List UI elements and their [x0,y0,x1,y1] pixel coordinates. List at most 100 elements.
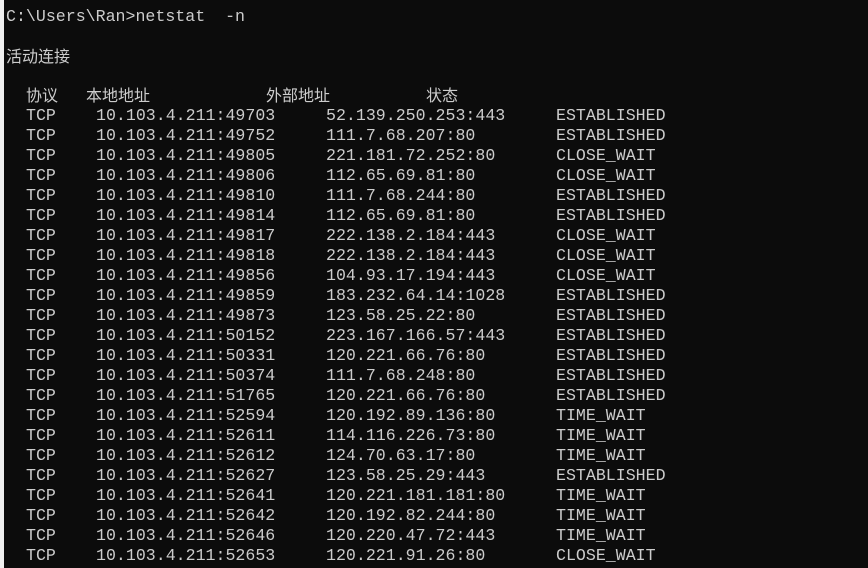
protocol-cell: TCP [26,446,56,465]
state-cell: TIME_WAIT [556,426,646,445]
table-row: TCP 10.103.4.211:52641 120.221.181.181:80 T… [0,486,868,506]
table-row: TCP 10.103.4.211:49817 222.138.2.184:443 CL… [0,226,868,246]
state-cell: CLOSE_WAIT [556,266,656,285]
protocol-cell: TCP [26,166,56,185]
foreign-address-cell: 52.139.250.253:443 [326,106,506,125]
section-title: 活动连接 [6,47,71,66]
local-address-cell: 10.103.4.211:50374 [96,366,276,385]
local-address-cell: 10.103.4.211:52611 [96,426,276,445]
table-row: TCP 10.103.4.211:49703 52.139.250.253:443 E… [0,106,868,126]
table-row: TCP 10.103.4.211:52646 120.220.47.72:443 TI… [0,526,868,546]
foreign-address-cell: 114.116.226.73:80 [326,426,496,445]
foreign-address-cell: 111.7.68.207:80 [326,126,476,145]
table-row: TCP 10.103.4.211:49810 111.7.68.244:80 ESTA… [0,186,868,206]
protocol-cell: TCP [26,426,56,445]
table-row: TCP 10.103.4.211:49859 183.232.64.14:1028 E… [0,286,868,306]
table-row: TCP 10.103.4.211:50374 111.7.68.248:80 ESTA… [0,366,868,386]
state-cell: ESTABLISHED [556,186,666,205]
table-row: TCP 10.103.4.211:49806 112.65.69.81:80 CLOS… [0,166,868,186]
foreign-address-cell: 124.70.63.17:80 [326,446,476,465]
state-cell: TIME_WAIT [556,526,646,545]
local-address-cell: 10.103.4.211:49810 [96,186,276,205]
state-cell: ESTABLISHED [556,286,666,305]
state-cell: ESTABLISHED [556,326,666,345]
local-address-cell: 10.103.4.211:50331 [96,346,276,365]
protocol-cell: TCP [26,486,56,505]
protocol-cell: TCP [26,186,56,205]
state-cell: ESTABLISHED [556,346,666,365]
foreign-address-cell: 221.181.72.252:80 [326,146,496,165]
local-address-cell: 10.103.4.211:49703 [96,106,276,125]
protocol-cell: TCP [26,386,56,405]
local-address-cell: 10.103.4.211:52646 [96,526,276,545]
local-address-cell: 10.103.4.211:49856 [96,266,276,285]
local-address-cell: 10.103.4.211:49805 [96,146,276,165]
state-cell: CLOSE_WAIT [556,166,656,185]
table-header: 协议 本地地址 外部地址 状态 [0,86,868,106]
table-row: TCP 10.103.4.211:49814 112.65.69.81:80 ESTA… [0,206,868,226]
protocol-cell: TCP [26,366,56,385]
protocol-cell: TCP [26,326,56,345]
foreign-address-cell: 111.7.68.244:80 [326,186,476,205]
table-row: TCP 10.103.4.211:49856 104.93.17.194:443 CL… [0,266,868,286]
local-address-cell: 10.103.4.211:52642 [96,506,276,525]
foreign-address-cell: 120.221.91.26:80 [326,546,486,565]
foreign-address-cell: 120.192.82.244:80 [326,506,496,525]
state-cell: CLOSE_WAIT [556,246,656,265]
header-state: 状态 [426,86,459,105]
state-cell: TIME_WAIT [556,406,646,425]
foreign-address-cell: 223.167.166.57:443 [326,326,506,345]
local-address-cell: 10.103.4.211:49859 [96,286,276,305]
state-cell: TIME_WAIT [556,506,646,525]
local-address-cell: 10.103.4.211:49814 [96,206,276,225]
protocol-cell: TCP [26,306,56,325]
foreign-address-cell: 120.221.66.76:80 [326,386,486,405]
foreign-address-cell: 183.232.64.14:1028 [326,286,506,305]
protocol-cell: TCP [26,266,56,285]
state-cell: ESTABLISHED [556,206,666,225]
state-cell: ESTABLISHED [556,126,666,145]
table-row: TCP 10.103.4.211:49818 222.138.2.184:443 CL… [0,246,868,266]
table-row: TCP 10.103.4.211:51765 120.221.66.76:80 EST… [0,386,868,406]
foreign-address-cell: 120.221.181.181:80 [326,486,506,505]
table-row: TCP 10.103.4.211:52612 124.70.63.17:80 TIME… [0,446,868,466]
protocol-cell: TCP [26,346,56,365]
local-address-cell: 10.103.4.211:49752 [96,126,276,145]
local-address-cell: 10.103.4.211:49817 [96,226,276,245]
state-cell: ESTABLISHED [556,106,666,125]
protocol-cell: TCP [26,466,56,485]
foreign-address-cell: 120.220.47.72:443 [326,526,496,545]
protocol-cell: TCP [26,406,56,425]
protocol-cell: TCP [26,286,56,305]
foreign-address-cell: 123.58.25.29:443 [326,466,486,485]
local-address-cell: 10.103.4.211:49873 [96,306,276,325]
state-cell: CLOSE_WAIT [556,226,656,245]
local-address-cell: 10.103.4.211:52612 [96,446,276,465]
command-prompt: C:\Users\Ran>netstat -n [6,7,245,26]
table-row: TCP 10.103.4.211:52627 123.58.25.29:443 EST… [0,466,868,486]
foreign-address-cell: 120.221.66.76:80 [326,346,486,365]
state-cell: TIME_WAIT [556,486,646,505]
state-cell: ESTABLISHED [556,386,666,405]
protocol-cell: TCP [26,506,56,525]
protocol-cell: TCP [26,146,56,165]
header-local-address: 本地地址 [86,86,151,105]
protocol-cell: TCP [26,126,56,145]
foreign-address-cell: 112.65.69.81:80 [326,166,476,185]
table-row: TCP 10.103.4.211:52611 114.116.226.73:80 TI… [0,426,868,446]
protocol-cell: TCP [26,526,56,545]
header-protocol: 协议 [26,86,59,105]
protocol-cell: TCP [26,106,56,125]
state-cell: ESTABLISHED [556,306,666,325]
foreign-address-cell: 120.192.89.136:80 [326,406,496,425]
table-row: TCP 10.103.4.211:49805 221.181.72.252:80 CL… [0,146,868,166]
foreign-address-cell: 222.138.2.184:443 [326,246,496,265]
table-row: TCP 10.103.4.211:52594 120.192.89.136:80 TI… [0,406,868,426]
local-address-cell: 10.103.4.211:52653 [96,546,276,565]
foreign-address-cell: 111.7.68.248:80 [326,366,476,385]
foreign-address-cell: 123.58.25.22:80 [326,306,476,325]
state-cell: CLOSE_WAIT [556,146,656,165]
local-address-cell: 10.103.4.211:51765 [96,386,276,405]
protocol-cell: TCP [26,226,56,245]
table-row: TCP 10.103.4.211:50152 223.167.166.57:443 E… [0,326,868,346]
